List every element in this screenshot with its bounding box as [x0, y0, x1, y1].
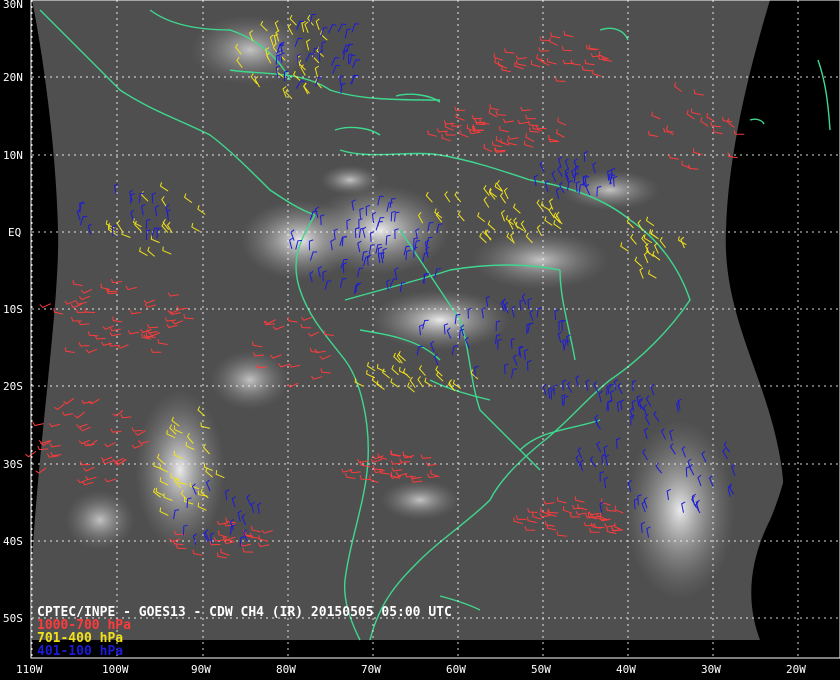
lon-label-40w: 40W: [616, 663, 636, 676]
lon-label-50w: 50W: [531, 663, 551, 676]
lat-label-eq: EQ: [8, 226, 21, 239]
lat-label-20s: 20S: [3, 380, 23, 393]
lon-label-90w: 90W: [191, 663, 211, 676]
legend-high-level: 401-100 hPa: [37, 644, 123, 659]
satellite-image: [32, 0, 785, 640]
lat-label-50s: 50S: [3, 612, 23, 625]
lon-label-60w: 60W: [446, 663, 466, 676]
lat-label-20n: 20N: [3, 71, 23, 84]
lon-label-100w: 100W: [102, 663, 129, 676]
map-canvas: 30N 20N 10N EQ 10S 20S 30S 40S 50S 110W …: [0, 0, 840, 680]
lon-label-80w: 80W: [276, 663, 296, 676]
lat-label-10n: 10N: [3, 149, 23, 162]
lon-label-20w: 20W: [786, 663, 806, 676]
satellite-wind-map: 30N 20N 10N EQ 10S 20S 30S 40S 50S 110W …: [0, 0, 840, 680]
lat-label-30s: 30S: [3, 458, 23, 471]
lat-label-40s: 40S: [3, 535, 23, 548]
lat-label-30n: 30N: [3, 0, 23, 11]
lon-label-30w: 30W: [701, 663, 721, 676]
lon-label-110w: 110W: [16, 663, 43, 676]
lat-label-10s: 10S: [3, 303, 23, 316]
lon-label-70w: 70W: [361, 663, 381, 676]
